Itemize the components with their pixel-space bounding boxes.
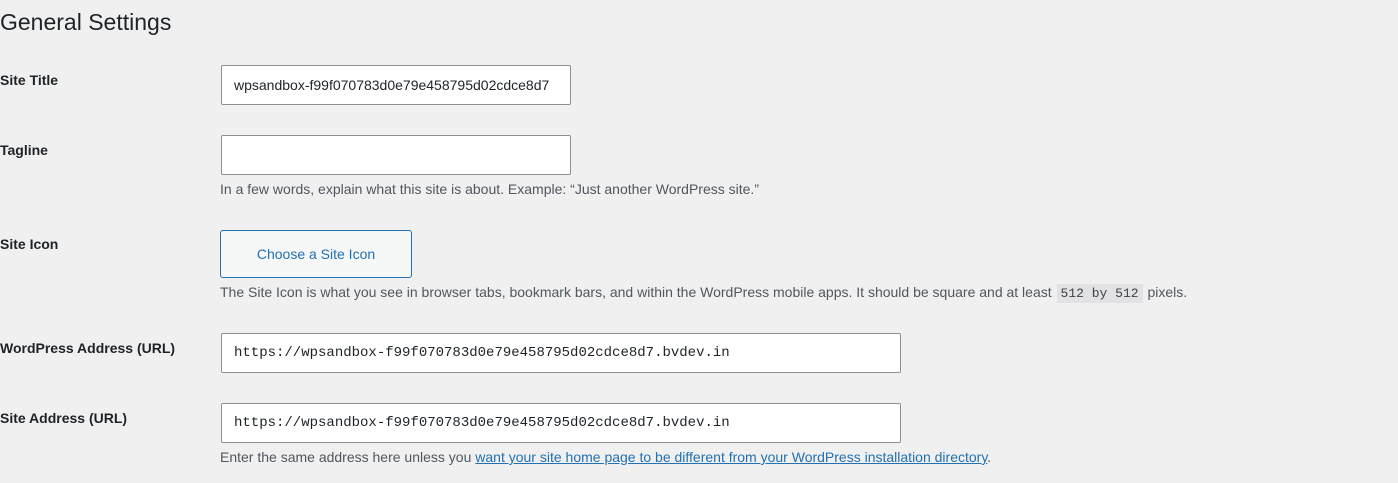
site-title-input[interactable] xyxy=(221,65,571,105)
site-icon-label: Site Icon xyxy=(0,236,59,252)
site-address-description: Enter the same address here unless you w… xyxy=(220,447,991,467)
tagline-label: Tagline xyxy=(0,142,48,158)
site-icon-description-suffix: pixels. xyxy=(1147,284,1188,300)
site-icon-size-code: 512 by 512 xyxy=(1056,284,1143,303)
site-address-description-text: Enter the same address here unless you xyxy=(220,449,472,465)
page-title: General Settings xyxy=(0,9,172,35)
site-address-description-suffix: . xyxy=(987,449,992,465)
site-address-label: Site Address (URL) xyxy=(0,410,128,426)
tagline-description: In a few words, explain what this site i… xyxy=(220,181,759,197)
site-title-label: Site Title xyxy=(0,72,59,88)
site-icon-description-text: The Site Icon is what you see in browser… xyxy=(220,284,1052,300)
tagline-input[interactable] xyxy=(221,135,571,175)
wordpress-address-input[interactable] xyxy=(221,333,901,373)
site-address-input[interactable] xyxy=(221,403,901,443)
general-settings-page: General Settings Site Title Tagline In a… xyxy=(0,0,1398,483)
choose-site-icon-button[interactable]: Choose a Site Icon xyxy=(220,230,412,278)
home-page-different-link[interactable]: want your site home page to be different… xyxy=(475,449,987,465)
wordpress-address-label: WordPress Address (URL) xyxy=(0,340,176,356)
site-icon-description: The Site Icon is what you see in browser… xyxy=(220,282,1187,304)
